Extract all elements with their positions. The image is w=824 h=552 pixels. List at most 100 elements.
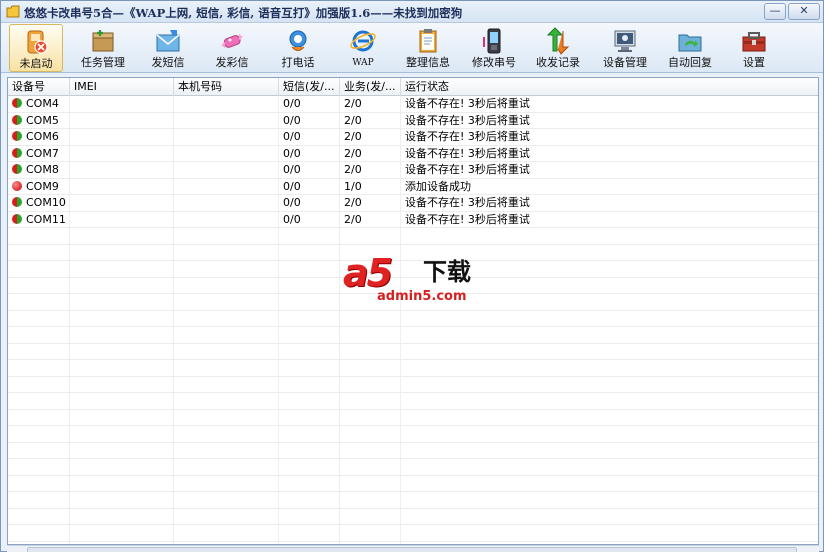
table-row <box>8 393 818 410</box>
horizontal-scrollbar[interactable] <box>7 545 819 552</box>
table-row <box>8 327 818 344</box>
column-header-imei[interactable]: IMEI <box>70 78 174 96</box>
cell-status-text: 设备不存在! 3秒后将重试 <box>405 97 530 110</box>
close-button[interactable]: ✕ <box>788 3 820 20</box>
table-row <box>8 377 818 393</box>
table-row <box>8 492 818 509</box>
cell-sms: 0/0 <box>279 212 340 228</box>
sms-envelope-icon <box>156 30 180 52</box>
column-header-device[interactable]: 设备号 <box>8 78 70 96</box>
toolbar-label: 发短信 <box>151 56 185 69</box>
toolbar-button-call[interactable]: 打电话 <box>271 24 325 72</box>
task-box-icon <box>92 30 114 52</box>
status-red-green-dot-icon <box>12 197 22 207</box>
title-bar: 悠悠卡改串号5合—《WAP上网, 短信, 彩信, 语音互打》加强版1.6——未找… <box>1 1 823 23</box>
table-row[interactable]: COM4 0/0 2/0 设备不存在! 3秒后将重试 <box>8 96 818 113</box>
table-row <box>8 311 818 327</box>
column-header-phone-number[interactable]: 本机号码 <box>174 78 279 96</box>
cell-phone-number <box>174 195 279 211</box>
cell-imei <box>70 195 174 211</box>
toolbar-label: 发彩信 <box>215 56 249 69</box>
cell-status-text: 添加设备成功 <box>405 179 471 193</box>
cell-business: 2/0 <box>340 129 401 145</box>
toolbar-button-device-manage[interactable]: 设备管理 <box>598 24 652 72</box>
toolbar-button-settings[interactable]: 设置 <box>727 24 781 72</box>
cell-business-text: 2/0 <box>344 212 362 226</box>
cell-phone-number <box>174 96 279 112</box>
cell-sms-text: 0/0 <box>283 97 301 110</box>
cell-status: 设备不存在! 3秒后将重试 <box>401 146 818 162</box>
column-header-business[interactable]: 业务(发/... <box>340 78 401 96</box>
toolbar: 未启动 任务管理 发短信 发彩信 打电话 WAP 整理信息 修改串号 收发记录 … <box>1 23 823 73</box>
device-list[interactable]: 设备号 IMEI 本机号码 短信(发/... 业务(发/... 运行状态 COM… <box>7 77 819 545</box>
watermark-url: admin5.com <box>377 289 467 304</box>
toolbar-button-modify-imei[interactable]: 修改串号 <box>467 24 521 72</box>
cell-imei <box>70 129 174 145</box>
cell-sms-text: 0/0 <box>283 212 301 226</box>
toolbar-button-not-started[interactable]: 未启动 <box>9 24 63 72</box>
table-row <box>8 360 818 377</box>
table-row[interactable]: COM10 0/0 2/0 设备不存在! 3秒后将重试 <box>8 195 818 212</box>
minimize-button[interactable]: — <box>764 3 786 20</box>
cell-sms: 0/0 <box>279 96 340 112</box>
toolbar-label: 整理信息 <box>406 56 450 69</box>
toolbar-button-send-sms[interactable]: 发短信 <box>141 24 195 72</box>
cell-device: COM11 <box>8 212 70 228</box>
column-header-status[interactable]: 运行状态 <box>401 78 818 96</box>
table-row[interactable]: COM6 0/0 2/0 设备不存在! 3秒后将重试 <box>8 129 818 146</box>
cell-sms: 0/0 <box>279 129 340 145</box>
toolbar-label: 打电话 <box>281 56 315 69</box>
toolbar-button-organize-info[interactable]: 整理信息 <box>401 24 455 72</box>
status-red-green-dot-icon <box>12 213 22 224</box>
toolbar-label: 未启动 <box>19 57 53 70</box>
cell-device: COM9 <box>8 179 70 195</box>
table-row <box>8 509 818 525</box>
table-row[interactable]: COM8 0/0 2/0 设备不存在! 3秒后将重试 <box>8 162 818 179</box>
cell-sms-text: 0/0 <box>283 196 301 209</box>
table-row[interactable]: COM7 0/0 2/0 设备不存在! 3秒后将重试 <box>8 146 818 162</box>
cell-device-text: COM6 <box>26 130 59 143</box>
toolbar-button-send-mms[interactable]: 发彩信 <box>205 24 259 72</box>
cell-status: 设备不存在! 3秒后将重试 <box>401 195 818 211</box>
table-row[interactable]: COM11 0/0 2/0 设备不存在! 3秒后将重试 <box>8 212 818 228</box>
scrollbar-thumb[interactable] <box>27 547 797 552</box>
status-red-green-dot-icon <box>12 114 22 125</box>
status-red-dot-icon <box>12 180 22 191</box>
list-rows: COM4 0/0 2/0 设备不存在! 3秒后将重试 COM5 0/0 2/0 设备不存在! … <box>8 96 818 542</box>
toolbar-button-task-manage[interactable]: 任务管理 <box>76 24 130 72</box>
list-header: 设备号 IMEI 本机号码 短信(发/... 业务(发/... 运行状态 <box>8 78 818 96</box>
cell-device: COM10 <box>8 195 70 211</box>
toolbar-label: 修改串号 <box>472 56 516 69</box>
cell-status-text: 设备不存在! 3秒后将重试 <box>405 196 530 209</box>
table-row <box>8 426 818 443</box>
cell-device: COM5 <box>8 113 70 129</box>
cell-device: COM7 <box>8 146 70 162</box>
browser-ie-icon <box>350 30 376 52</box>
cell-business: 2/0 <box>340 113 401 129</box>
cell-phone-number <box>174 162 279 178</box>
cell-business-text: 2/0 <box>344 130 362 143</box>
table-row <box>8 525 818 542</box>
table-row <box>8 459 818 476</box>
cell-sms: 0/0 <box>279 179 340 195</box>
cell-device-text: COM9 <box>26 179 59 193</box>
cell-sms: 0/0 <box>279 162 340 178</box>
table-row[interactable]: COM5 0/0 2/0 设备不存在! 3秒后将重试 <box>8 113 818 129</box>
toolbar-button-auto-reply[interactable]: 自动回复 <box>663 24 717 72</box>
cell-business-text: 2/0 <box>344 196 362 209</box>
cell-imei <box>70 146 174 162</box>
arrows-updown-icon <box>546 27 570 55</box>
cell-sms-text: 0/0 <box>283 179 301 193</box>
window-title: 悠悠卡改串号5合—《WAP上网, 短信, 彩信, 语音互打》加强版1.6——未找… <box>24 6 463 20</box>
cell-imei <box>70 96 174 112</box>
cell-business-text: 2/0 <box>344 97 362 110</box>
watermark-brand: a5 <box>343 251 393 295</box>
table-row[interactable]: COM9 0/0 1/0 添加设备成功 <box>8 179 818 195</box>
toolbar-button-wap[interactable]: WAP <box>336 24 390 72</box>
status-red-green-dot-icon <box>12 164 22 174</box>
toolbar-button-send-receive-log[interactable]: 收发记录 <box>531 24 585 72</box>
cell-business-text: 2/0 <box>344 163 362 176</box>
column-header-sms[interactable]: 短信(发/... <box>279 78 340 96</box>
cell-device: COM8 <box>8 162 70 178</box>
toolbar-label: 设备管理 <box>603 56 647 69</box>
